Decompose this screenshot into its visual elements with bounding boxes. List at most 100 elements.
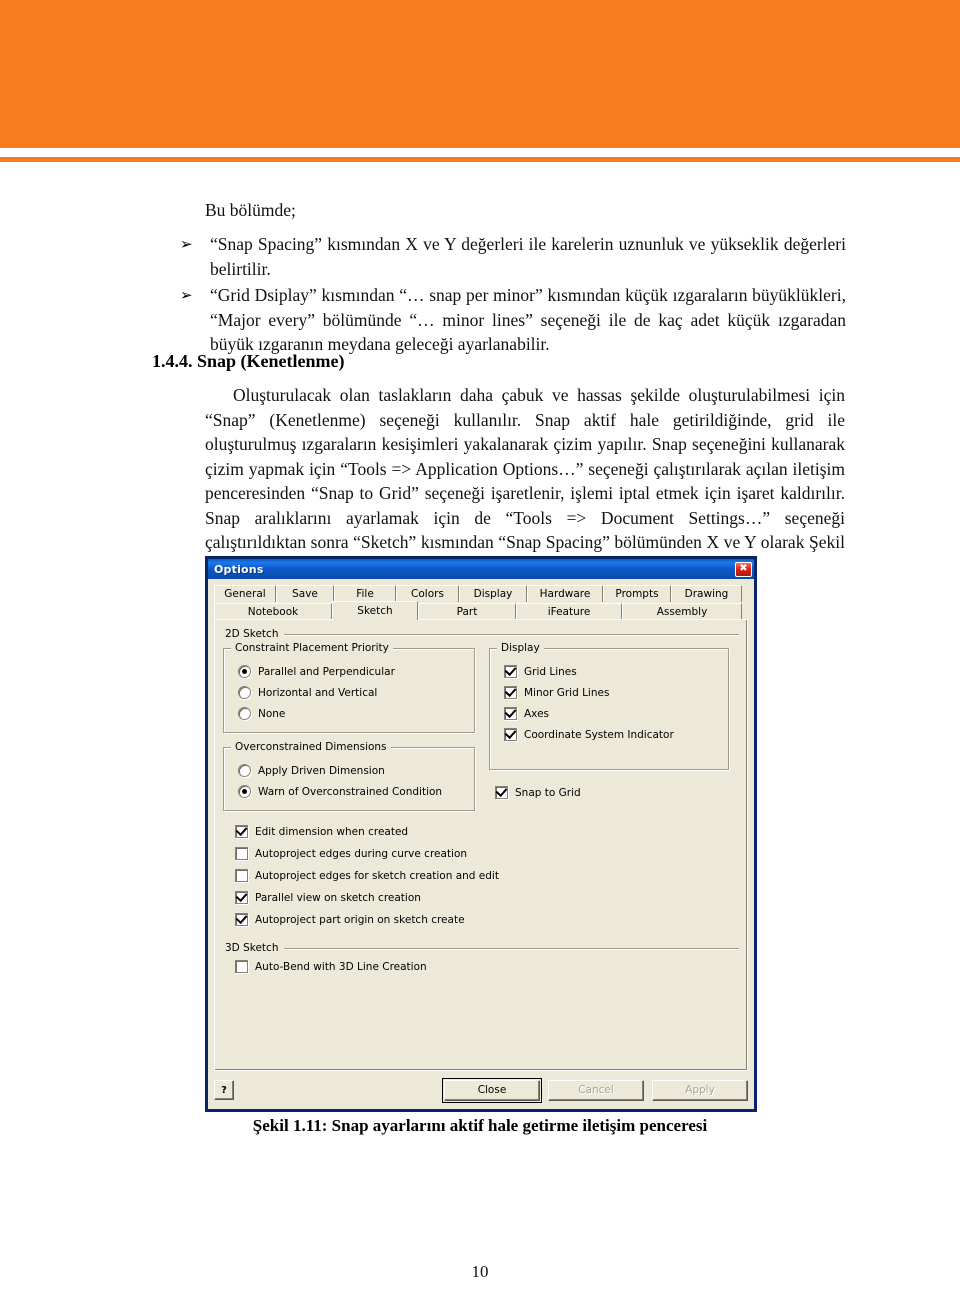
- right-column: Display Grid Lines Minor Grid Lines Axes…: [489, 642, 729, 811]
- checkbox-icon[interactable]: [235, 825, 248, 838]
- tab-notebook[interactable]: Notebook: [214, 603, 332, 620]
- help-icon[interactable]: ?: [214, 1080, 234, 1100]
- options-dialog: Options ✖ General Save File Colors Displ…: [205, 556, 757, 1112]
- group-title: Constraint Placement Priority: [231, 642, 393, 654]
- list-item: ➢ “Grid Dsiplay” kısmından “… snap per m…: [178, 283, 846, 357]
- close-icon[interactable]: ✖: [735, 561, 752, 577]
- checkbox-icon[interactable]: [235, 847, 248, 860]
- checkbox-coordinate-system-indicator[interactable]: Coordinate System Indicator: [504, 728, 720, 741]
- checkbox-label: Auto-Bend with 3D Line Creation: [255, 960, 427, 973]
- group-title: Display: [497, 642, 544, 654]
- checkbox-label: Autoproject part origin on sketch create: [255, 913, 465, 926]
- radio-apply-driven-dimension[interactable]: Apply Driven Dimension: [238, 764, 466, 777]
- checkbox-autoproject-edges-during-curve-creation[interactable]: Autoproject edges during curve creation: [235, 847, 739, 860]
- tab-sketch[interactable]: Sketch: [332, 601, 418, 620]
- section-2d-sketch: 2D Sketch: [225, 628, 739, 640]
- dialog-body: General Save File Colors Display Hardwar…: [208, 579, 754, 1109]
- bullet-list: ➢ “Snap Spacing” kısmından X ve Y değerl…: [178, 232, 846, 359]
- intro-text: Bu bölümde;: [205, 200, 296, 220]
- checkbox-axes[interactable]: Axes: [504, 707, 720, 720]
- cancel-button: Cancel: [548, 1079, 644, 1101]
- radio-horizontal-and-vertical[interactable]: Horizontal and Vertical: [238, 686, 466, 699]
- tab-hardware[interactable]: Hardware: [527, 585, 603, 602]
- tab-row-2: Notebook Sketch Part iFeature Assembly: [214, 601, 748, 620]
- radio-icon[interactable]: [238, 785, 251, 798]
- checkbox-auto-bend-with-3d-line-creation[interactable]: Auto-Bend with 3D Line Creation: [235, 960, 739, 973]
- section-3d-sketch-label: 3D Sketch: [225, 942, 279, 954]
- checkbox-icon[interactable]: [235, 913, 248, 926]
- tab-assembly[interactable]: Assembly: [622, 603, 742, 620]
- tab-colors[interactable]: Colors: [396, 585, 459, 602]
- body-paragraph: Oluşturulacak olan taslakların daha çabu…: [205, 385, 845, 577]
- radio-icon[interactable]: [238, 686, 251, 699]
- checkbox-snap-to-grid[interactable]: Snap to Grid: [495, 786, 729, 799]
- list-item-text: “Snap Spacing” kısmından X ve Y değerler…: [210, 234, 846, 279]
- checkbox-icon[interactable]: [504, 728, 517, 741]
- group-title: Overconstrained Dimensions: [231, 741, 391, 753]
- radio-icon[interactable]: [238, 764, 251, 777]
- checkbox-icon[interactable]: [504, 686, 517, 699]
- tab-ifeature[interactable]: iFeature: [516, 603, 622, 620]
- checkbox-grid-lines[interactable]: Grid Lines: [504, 665, 720, 678]
- checkbox-parallel-view-on-sketch-creation[interactable]: Parallel view on sketch creation: [235, 891, 739, 904]
- checkbox-label: Snap to Grid: [515, 786, 581, 799]
- divider: [284, 633, 739, 635]
- section-2d-sketch-label: 2D Sketch: [225, 628, 279, 640]
- tab-strip: General Save File Colors Display Hardwar…: [214, 584, 748, 620]
- tab-row-1: General Save File Colors Display Hardwar…: [214, 584, 748, 602]
- checkbox-minor-grid-lines[interactable]: Minor Grid Lines: [504, 686, 720, 699]
- apply-button: Apply: [652, 1079, 748, 1101]
- list-item-text: “Grid Dsiplay” kısmından “… snap per min…: [210, 285, 846, 354]
- sketch3d-checkbox-list: Auto-Bend with 3D Line Creation: [235, 960, 739, 973]
- checkbox-label: Edit dimension when created: [255, 825, 409, 838]
- checkbox-edit-dimension-when-created[interactable]: Edit dimension when created: [235, 825, 739, 838]
- tab-part[interactable]: Part: [418, 603, 516, 620]
- section-heading: 1.4.4. Snap (Kenetlenme): [152, 351, 345, 371]
- checkbox-autoproject-edges-for-sketch-creation-and-edit[interactable]: Autoproject edges for sketch creation an…: [235, 869, 739, 882]
- options-columns: Constraint Placement Priority Parallel a…: [223, 642, 739, 811]
- checkbox-icon[interactable]: [235, 960, 248, 973]
- page-content: Bu bölümde; ➢ “Snap Spacing” kısmından X…: [0, 0, 960, 1291]
- close-button[interactable]: Close: [442, 1077, 542, 1103]
- dialog-title: Options: [214, 562, 264, 576]
- radio-label: None: [258, 707, 286, 720]
- tab-prompts[interactable]: Prompts: [603, 585, 671, 602]
- radio-icon[interactable]: [238, 707, 251, 720]
- tab-display[interactable]: Display: [459, 585, 527, 602]
- tab-file[interactable]: File: [334, 585, 396, 602]
- radio-parallel-and-perpendicular[interactable]: Parallel and Perpendicular: [238, 665, 466, 678]
- group-display: Display Grid Lines Minor Grid Lines Axes…: [489, 642, 729, 770]
- radio-label: Parallel and Perpendicular: [258, 665, 395, 678]
- checkbox-label: Grid Lines: [524, 665, 577, 678]
- radio-label: Apply Driven Dimension: [258, 764, 385, 777]
- tab-general[interactable]: General: [214, 585, 276, 602]
- figure-caption: Şekil 1.11: Snap ayarlarını aktif hale g…: [252, 1116, 708, 1135]
- checkbox-icon[interactable]: [235, 869, 248, 882]
- radio-warn-of-overconstrained-condition[interactable]: Warn of Overconstrained Condition: [238, 785, 466, 798]
- checkbox-icon[interactable]: [495, 786, 508, 799]
- checkbox-icon[interactable]: [504, 707, 517, 720]
- dialog-button-bar: ? Close Cancel Apply: [214, 1077, 748, 1103]
- page-number: 10: [471, 1262, 489, 1281]
- chevron-bullet-icon: ➢: [180, 286, 193, 304]
- checkbox-label: Axes: [524, 707, 550, 720]
- tab-save[interactable]: Save: [276, 585, 334, 602]
- tab-panel-sketch: 2D Sketch Constraint Placement Priority …: [214, 619, 748, 1071]
- checkbox-label: Autoproject edges for sketch creation an…: [255, 869, 499, 882]
- checkbox-icon[interactable]: [235, 891, 248, 904]
- checkbox-autoproject-part-origin-on-sketch-create[interactable]: Autoproject part origin on sketch create: [235, 913, 739, 926]
- checkbox-icon[interactable]: [504, 665, 517, 678]
- group-constraint-placement-priority: Constraint Placement Priority Parallel a…: [223, 642, 475, 733]
- section-3d-sketch: 3D Sketch: [225, 942, 739, 954]
- checkbox-label: Parallel view on sketch creation: [255, 891, 421, 904]
- left-column: Constraint Placement Priority Parallel a…: [223, 642, 475, 811]
- radio-label: Horizontal and Vertical: [258, 686, 378, 699]
- radio-none[interactable]: None: [238, 707, 466, 720]
- divider: [284, 947, 739, 949]
- radio-icon[interactable]: [238, 665, 251, 678]
- list-item: ➢ “Snap Spacing” kısmından X ve Y değerl…: [178, 232, 846, 281]
- sketch-checkbox-list: Edit dimension when created Autoproject …: [235, 825, 739, 926]
- dialog-titlebar: Options ✖: [208, 559, 754, 579]
- checkbox-label: Minor Grid Lines: [524, 686, 610, 699]
- tab-drawing[interactable]: Drawing: [671, 585, 742, 602]
